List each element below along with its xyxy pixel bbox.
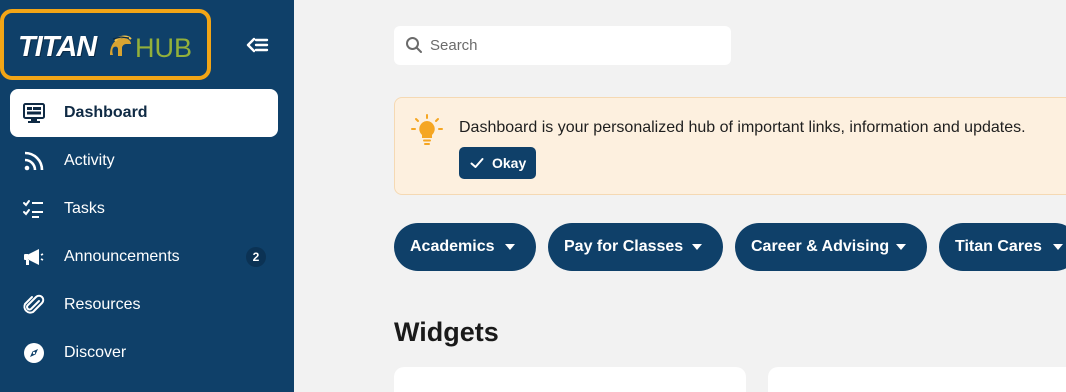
banner-message: Dashboard is your personalized hub of im…	[459, 119, 1026, 136]
widget-card	[768, 367, 1066, 392]
search-input[interactable]	[430, 26, 720, 65]
collapse-left-icon[interactable]	[244, 33, 272, 57]
sidebar-item-announcements[interactable]: Announcements 2	[10, 233, 278, 281]
tasks-icon	[23, 200, 43, 218]
chevron-down-icon	[692, 244, 702, 250]
sidebar-item-partial[interactable]	[22, 384, 46, 392]
logo-hub-text: HUB	[135, 33, 193, 63]
sidebar-item-label: Resources	[64, 296, 141, 313]
chevron-down-icon	[896, 244, 906, 250]
sidebar-item-label: Tasks	[64, 200, 105, 217]
dashboard-tip-banner: Dashboard is your personalized hub of im…	[394, 97, 1066, 195]
pill-label: Academics	[410, 238, 495, 255]
dashboard-icon	[23, 103, 45, 123]
sidebar-item-discover[interactable]: Discover	[10, 329, 278, 377]
announcements-count-badge: 2	[246, 247, 266, 267]
search-box[interactable]	[394, 26, 731, 65]
career-advising-dropdown[interactable]: Career & Advising	[735, 223, 927, 271]
rss-icon	[24, 151, 44, 171]
sidebar-item-label: Dashboard	[64, 104, 148, 121]
pill-label: Pay for Classes	[564, 238, 684, 255]
okay-button[interactable]: Okay	[459, 147, 536, 179]
widget-card	[394, 367, 746, 392]
paperclip-icon	[23, 294, 45, 314]
sidebar-item-dashboard[interactable]: Dashboard	[10, 89, 278, 137]
chevron-down-icon	[505, 244, 515, 250]
titan-helmet-icon	[110, 35, 132, 56]
megaphone-icon	[24, 249, 44, 265]
sidebar-item-label: Announcements	[64, 248, 180, 265]
academics-dropdown[interactable]: Academics	[394, 223, 536, 271]
check-icon	[470, 158, 484, 168]
logo-titan-text: TITAN	[18, 31, 97, 63]
sidebar-item-activity[interactable]: Activity	[10, 137, 278, 185]
sidebar-item-tasks[interactable]: Tasks	[10, 185, 278, 233]
compass-icon	[24, 343, 44, 363]
search-icon	[406, 37, 422, 53]
sidebar-item-label: Discover	[64, 344, 127, 361]
sidebar-item-resources[interactable]: Resources	[10, 281, 278, 329]
lightbulb-icon	[411, 114, 443, 145]
okay-button-label: Okay	[492, 155, 527, 171]
widgets-heading: Widgets	[394, 317, 499, 347]
pay-for-classes-dropdown[interactable]: Pay for Classes	[548, 223, 723, 271]
titan-cares-dropdown[interactable]: Titan Cares	[939, 223, 1066, 271]
chevron-down-icon	[1053, 244, 1063, 250]
sidebar-item-label: Activity	[64, 152, 115, 169]
pill-label: Titan Cares	[955, 238, 1042, 255]
pill-label: Career & Advising	[751, 238, 890, 255]
sidebar: TITAN HUB Dashboard Activity Tasks Annou…	[0, 0, 294, 392]
titan-hub-logo[interactable]: TITAN HUB	[0, 9, 211, 80]
